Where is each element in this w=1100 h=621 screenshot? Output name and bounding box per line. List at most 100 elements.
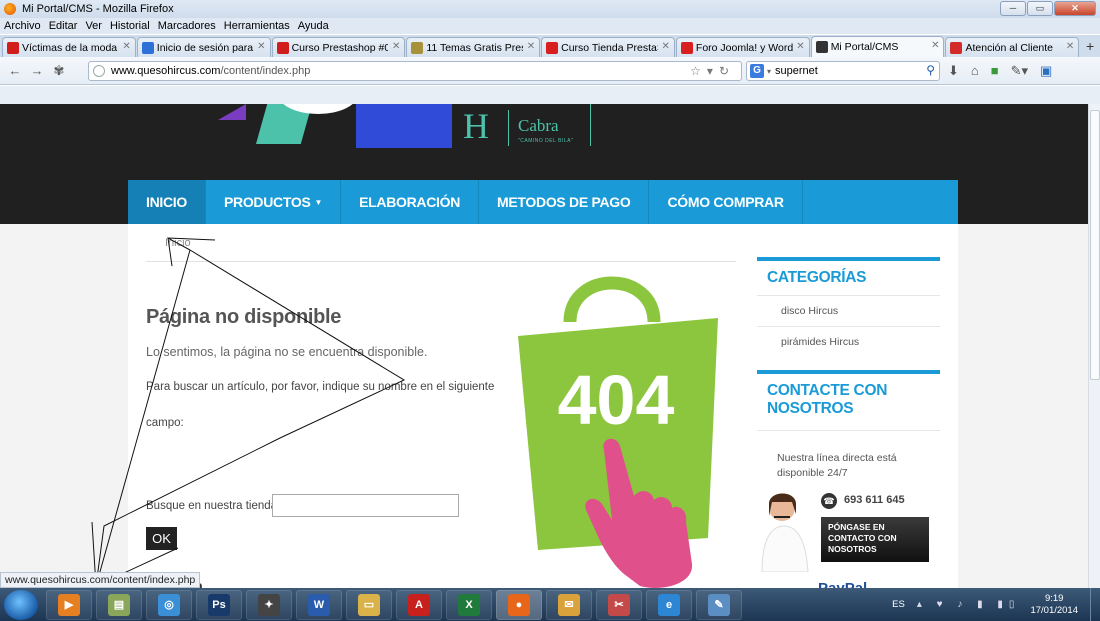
browser-tab[interactable]: Atención al Cliente ✕ [945, 37, 1080, 57]
taskbar-file-explorer[interactable]: ▭ [346, 589, 392, 620]
taskbar-snipping-tool[interactable]: ✂ [596, 589, 642, 620]
breadcrumb[interactable]: Inicio [165, 237, 191, 249]
taskbar-outlook[interactable]: ✉ [546, 589, 592, 620]
menu-bar: Archivo Editar Ver Historial Marcadores … [0, 18, 1100, 34]
phone-number: 693 611 645 [844, 494, 905, 506]
star-reload-icons[interactable]: ☆▾↻ [690, 64, 735, 78]
menu-historial[interactable]: Historial [110, 20, 150, 32]
browser-tab[interactable]: Curso Tienda PrestaS... ✕ [541, 37, 675, 57]
media-player-icon: ▶ [58, 593, 80, 616]
close-tab-icon[interactable]: ✕ [931, 40, 939, 51]
search-input[interactable] [775, 65, 926, 77]
w-icon [680, 41, 693, 54]
extension-badge-icon[interactable]: ▣ [1040, 63, 1052, 79]
language-indicator[interactable]: ES [892, 599, 905, 610]
download-icon[interactable]: ⬇ [948, 63, 959, 79]
new-tab-button[interactable]: + [1080, 37, 1100, 57]
store-search-input[interactable] [272, 494, 459, 517]
bookmarks-strip [0, 86, 1100, 104]
acrobat-icon: A [408, 593, 430, 616]
support-agent-image [761, 493, 809, 572]
menu-archivo[interactable]: Archivo [4, 20, 41, 32]
vertical-scrollbar[interactable] [1088, 104, 1100, 588]
taskbar-acrobat[interactable]: A [396, 589, 442, 620]
ok-button[interactable]: OK [146, 527, 177, 550]
close-tab-icon[interactable]: ✕ [392, 41, 400, 52]
window-controls: ─ ▭ ✕ [1000, 1, 1096, 16]
close-tab-icon[interactable]: ✕ [257, 41, 265, 52]
breadcrumb-home[interactable]: Inicio [165, 237, 191, 249]
url-text[interactable]: www.quesohircus.com/content/index.php [111, 65, 310, 77]
show-desktop-button[interactable] [1090, 588, 1100, 621]
back-arrow-icon[interactable]: ← [4, 63, 26, 78]
close-tab-icon[interactable]: ✕ [662, 41, 670, 52]
url-path: /content/index.php [220, 65, 311, 77]
contact-box: CONTACTE CON NOSOTROS [757, 370, 940, 426]
close-tab-icon[interactable]: ✕ [527, 41, 535, 52]
taskbar-media-player[interactable]: ▶ [46, 589, 92, 620]
pocket-icon[interactable]: ✾ [48, 63, 70, 79]
globe-icon [93, 65, 105, 77]
taskbar-browser-globe[interactable]: ◎ [146, 589, 192, 620]
close-window-button[interactable]: ✕ [1054, 1, 1096, 16]
tools-icon[interactable]: ✎▾ [1011, 63, 1028, 79]
menu-herramientas[interactable]: Herramientas [224, 20, 290, 32]
tab-label: Atención al Cliente [965, 41, 1054, 54]
menu-marcadores[interactable]: Marcadores [158, 20, 216, 32]
browser-tab[interactable]: Foro Joomla! y Word... ✕ [675, 37, 810, 57]
menu-editar[interactable]: Editar [49, 20, 78, 32]
close-tab-icon[interactable]: ✕ [122, 41, 130, 52]
menu-ver[interactable]: Ver [85, 20, 102, 32]
w-icon [546, 41, 559, 54]
browser-tab[interactable]: 11 Temas Gratis Prest... ✕ [406, 37, 541, 57]
minimize-button[interactable]: ─ [1000, 1, 1026, 16]
search-engine-dropdown-icon[interactable]: ▾ [767, 67, 771, 76]
addon-icon[interactable]: ■ [991, 63, 999, 79]
phone-icon: ☎ [821, 493, 837, 509]
contact-title: CONTACTE CON NOSOTROS [767, 382, 888, 417]
google-icon[interactable]: G [750, 64, 764, 78]
taskbar-photoshop[interactable]: Ps [196, 589, 242, 620]
taskbar-excel[interactable]: X [446, 589, 492, 620]
navigation-toolbar: ← → ✾ www.quesohircus.com/content/index.… [0, 57, 1100, 85]
windows-taskbar: ▶ ▤ ◎ Ps ✦ W ▭ A X ● ✉ ✂ e ✎ ES ▴ ♥ ♪ ▮ ▮▯ 9:19 17/01… [0, 588, 1100, 621]
address-bar[interactable]: www.quesohircus.com/content/index.php ☆▾… [88, 61, 742, 81]
close-tab-icon[interactable]: ✕ [796, 41, 804, 52]
forward-arrow-icon[interactable]: → [26, 63, 48, 78]
browser-tab[interactable]: Mi Portal/CMS ✕ [810, 36, 945, 57]
maximize-button[interactable]: ▭ [1027, 1, 1053, 16]
browser-tab[interactable]: Curso Prestashop #05...✕ [271, 37, 406, 57]
tab-label: Inicio de sesión para ... [156, 41, 254, 54]
start-button[interactable] [4, 589, 38, 620]
browser-tab[interactable]: Inicio de sesión para ...✕ [136, 37, 271, 57]
categories-box: CATEGORÍAS disco Hircus pirámides Hircus [757, 257, 940, 357]
window-titlebar: Mi Portal/CMS - Mozilla Firefox ─ ▭ ✕ [0, 0, 1100, 18]
taskbar-documents[interactable]: ▤ [96, 589, 142, 620]
word-icon: W [308, 593, 330, 616]
menu-ayuda[interactable]: Ayuda [298, 20, 329, 32]
search-bar[interactable]: G ▾ ⚲ [746, 61, 940, 81]
tab-label: Foro Joomla! y Word... [695, 41, 793, 54]
toolbar-icons: ⬇ ⌂ ■ ✎▾ ▣ [948, 63, 1052, 79]
search-icon[interactable]: ⚲ [926, 63, 935, 77]
browser-tab[interactable]: Víctimas de la moda [...✕ [2, 37, 136, 57]
taskbar-audio-app[interactable]: ✦ [246, 589, 292, 620]
scrollbar-thumb[interactable] [1090, 110, 1100, 380]
home-icon[interactable]: ⌂ [971, 63, 979, 79]
taskbar-word[interactable]: W [296, 589, 342, 620]
internet-explorer-icon: e [658, 593, 680, 616]
category-piramides-hircus[interactable]: pirámides Hircus [757, 326, 940, 357]
outlook-icon: ✉ [558, 593, 580, 616]
blogger-b-icon [141, 41, 154, 54]
category-disco-hircus[interactable]: disco Hircus [757, 295, 940, 326]
clock[interactable]: 9:19 17/01/2014 [1030, 593, 1078, 617]
tray-icons[interactable]: ▴ ♥ ♪ ▮ ▮▯ [917, 599, 1021, 610]
error-title: Página no disponible [146, 306, 342, 328]
close-tab-icon[interactable]: ✕ [1066, 41, 1074, 52]
taskbar-notepad[interactable]: ✎ [696, 589, 742, 620]
youtube-icon [276, 41, 289, 54]
contact-us-button[interactable]: PÓNGASE EN CONTACTO CON NOSOTROS [821, 517, 929, 562]
clock-date: 17/01/2014 [1030, 604, 1078, 616]
taskbar-firefox[interactable]: ● [496, 589, 542, 620]
taskbar-internet-explorer[interactable]: e [646, 589, 692, 620]
